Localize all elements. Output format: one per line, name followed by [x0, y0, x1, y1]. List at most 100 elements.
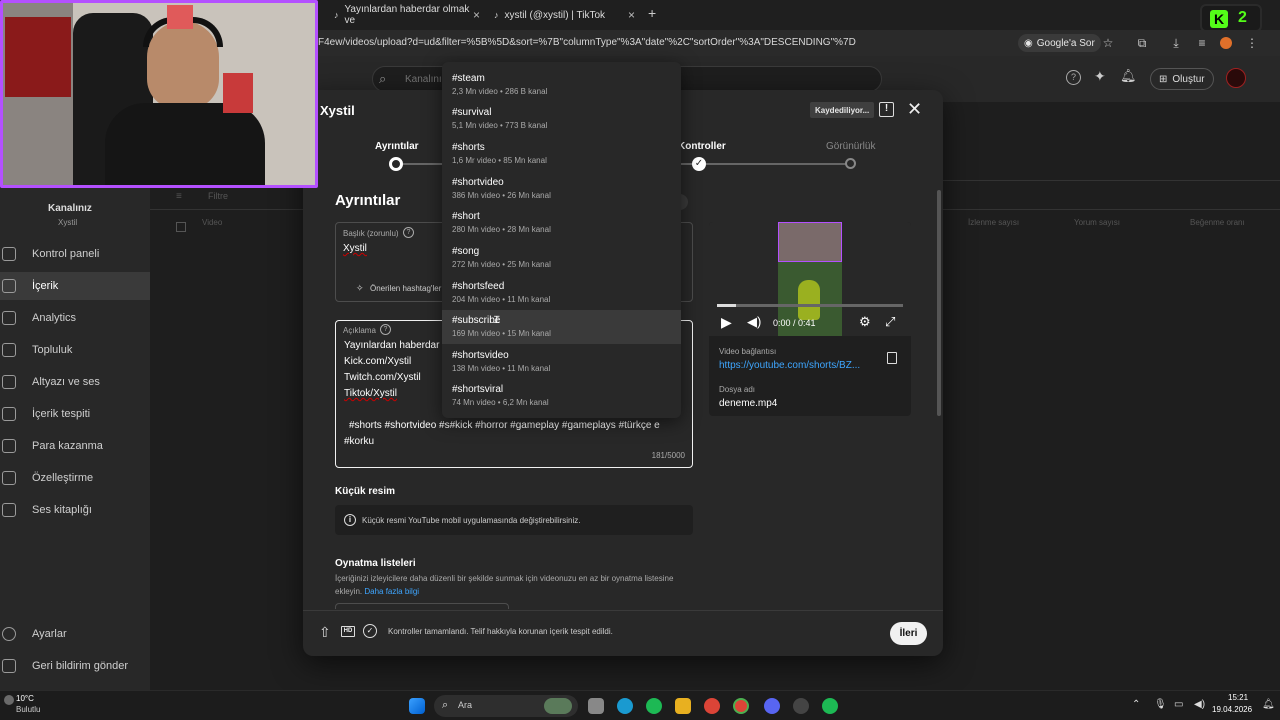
volume-icon[interactable]: ◀) [1194, 699, 1205, 710]
tiktok-icon: ♪ [494, 10, 499, 20]
hashtag-option[interactable]: #subscribe 169 Mn video • 15 Mn kanal [442, 310, 681, 344]
browser-tab[interactable]: ♪ xystil (@xystil) | TikTok × [486, 4, 641, 26]
hd-icon: HD [341, 626, 355, 637]
sparkle-icon[interactable]: ✦ [1094, 68, 1106, 85]
chevron-up-icon[interactable]: ⌃ [1132, 699, 1140, 710]
fullscreen-icon[interactable]: ⤢ [885, 314, 895, 330]
microphone-icon[interactable]: 🎙︎ [1154, 699, 1167, 710]
extensions-icon[interactable]: ⧉ [1134, 35, 1150, 51]
seek-bar[interactable] [717, 304, 903, 307]
task-view-icon[interactable] [588, 698, 604, 714]
play-icon[interactable]: ▶ [721, 314, 732, 331]
suggest-hashtags-button[interactable]: Önerilen hashtag'ler [370, 284, 441, 293]
info-icon: i [344, 514, 356, 526]
reading-list-icon[interactable]: ≡ [1194, 35, 1210, 51]
file-explorer-icon[interactable] [675, 698, 691, 714]
thumbnail-heading: Küçük resim [335, 486, 396, 497]
sidebar-item-earn[interactable]: Para kazanma [0, 432, 150, 460]
video-player[interactable]: ▶ ◀) 0:00 / 0:41 ⚙ ⤢ [709, 222, 911, 336]
discord-icon[interactable] [764, 698, 780, 714]
hashtag-option[interactable]: #shortvideo 386 Mn video • 26 Mn kanal [442, 172, 681, 206]
hashtag-option[interactable]: #song 272 Mn video • 25 Mn kanal [442, 241, 681, 275]
step-visibility[interactable]: Görünürlük [826, 141, 875, 152]
clock-date[interactable]: 19.04.2026 [1212, 705, 1252, 714]
spotify-icon[interactable] [822, 698, 838, 714]
download-icon[interactable]: ⤓ [1168, 35, 1184, 51]
volume-icon[interactable]: ◀) [747, 314, 761, 330]
cloud-icon [4, 695, 14, 705]
help-icon[interactable]: ? [1066, 70, 1081, 85]
help-icon[interactable]: ? [403, 227, 414, 238]
learn-more-link[interactable]: Daha fazla bilgi [364, 587, 419, 596]
edge-icon[interactable] [617, 698, 633, 714]
hashtag-suggestions: #steam 2,3 Mn video • 286 B kanal #surviv… [442, 62, 681, 418]
kick-icon: K [1210, 10, 1228, 28]
menu-icon[interactable]: ⋮ [1244, 35, 1260, 51]
filter-label[interactable]: Filtre [208, 191, 228, 201]
sidebar-item-customization[interactable]: Özelleştirme [0, 464, 150, 492]
hashtag-option[interactable]: #shorts 1,6 Mr video • 85 Mn kanal [442, 137, 681, 171]
hashtag-name: #song [452, 246, 480, 257]
sidebar-item-content[interactable]: İçerik [0, 272, 150, 300]
profile-icon[interactable] [1218, 35, 1234, 51]
sidebar-item-analytics[interactable]: Analytics [0, 304, 150, 332]
help-icon[interactable]: ? [380, 324, 391, 335]
close-icon[interactable]: ✕ [907, 99, 922, 120]
filter-icon[interactable]: ≡ [176, 191, 182, 202]
hashtag-option[interactable]: #shortsvideo 138 Mn video • 11 Mn kanal [442, 345, 681, 379]
tab-close-icon[interactable]: × [628, 8, 635, 22]
chrome-icon[interactable] [733, 698, 749, 714]
select-all-checkbox[interactable] [176, 222, 186, 232]
sidebar-item-label: Kontrol paneli [32, 248, 100, 260]
url-text[interactable]: F4ew/videos/upload?d=ud&filter=%5B%5D&so… [318, 37, 856, 48]
search-highlight-icon [544, 698, 572, 714]
steam-icon[interactable] [793, 698, 809, 714]
hashtag-stats: 2,3 Mn video • 286 B kanal [452, 87, 548, 96]
weather-temp[interactable]: 10°C [16, 694, 34, 703]
search-icon: ⌕ [379, 71, 387, 86]
sidebar-item-settings[interactable]: Ayarlar [0, 620, 150, 648]
playlist-select[interactable] [335, 603, 509, 609]
taskbar-search[interactable]: ⌕ Ara [434, 695, 578, 717]
sidebar-item-dashboard[interactable]: Kontrol paneli [0, 240, 150, 268]
video-link[interactable]: https://youtube.com/shorts/BZ... [719, 360, 860, 371]
sidebar-item-community[interactable]: Topluluk [0, 336, 150, 364]
chrome-icon[interactable] [704, 698, 720, 714]
create-button[interactable]: ⊞ Oluştur [1150, 68, 1214, 90]
copy-icon[interactable] [887, 352, 897, 364]
step-details[interactable]: Ayrıntılar [375, 141, 419, 152]
sidebar-item-feedback[interactable]: Geri bildirim gönder [0, 652, 150, 680]
sidebar-item-audio-library[interactable]: Ses kitaplığı [0, 496, 150, 524]
sidebar-item-subtitles[interactable]: Altyazı ve ses [0, 368, 150, 396]
scrollbar[interactable] [937, 190, 941, 416]
hashtag-option[interactable]: #shortsfeed 204 Mn video • 11 Mn kanal [442, 276, 681, 310]
analytics-icon [2, 311, 16, 325]
hashtag-option[interactable]: #steam 2,3 Mn video • 286 B kanal [442, 68, 681, 102]
hashtag-option[interactable]: #shortsviral 74 Mn video • 6,2 Mn kanal [442, 379, 681, 413]
google-sor-button[interactable]: ◉ Google'a Sor [1018, 34, 1101, 52]
windows-start-icon[interactable] [409, 698, 425, 714]
sidebar-item-copyright[interactable]: İçerik tespiti [0, 400, 150, 428]
hashtag-name: #shorts [452, 142, 485, 153]
gear-icon[interactable]: ⚙ [859, 314, 871, 330]
tab-close-icon[interactable]: × [473, 8, 480, 22]
feedback-alert-icon[interactable]: ! [879, 102, 894, 117]
hashtag-option[interactable]: #short 280 Mn video • 28 Mn kanal [442, 206, 681, 240]
spotify-icon[interactable] [646, 698, 662, 714]
network-icon[interactable]: ▭ [1174, 699, 1183, 710]
hashtag-option[interactable]: #survival 5,1 Mn video • 773 B kanal [442, 102, 681, 136]
notification-icon[interactable]: 🔔︎ [1262, 699, 1275, 710]
avatar[interactable] [1226, 68, 1246, 88]
star-icon[interactable]: ☆ [1100, 35, 1116, 51]
next-button[interactable]: İleri [890, 622, 927, 645]
create-label: Oluştur [1172, 73, 1205, 85]
clock-time[interactable]: 15:21 [1228, 693, 1248, 702]
hashtag-name: #steam [452, 73, 485, 84]
step-checks[interactable]: Kontroller [678, 141, 726, 152]
browser-tab[interactable]: ♪ Yayınlardan haberdar olmak ve × [326, 4, 486, 26]
description-line: Kick.com/Xystil [344, 356, 412, 367]
title-input[interactable]: Xystil [343, 243, 367, 254]
description-line: Tiktok/Xystil [344, 388, 397, 399]
new-tab-button[interactable]: + [648, 5, 656, 21]
bell-icon[interactable]: 🔔︎ [1120, 68, 1137, 84]
